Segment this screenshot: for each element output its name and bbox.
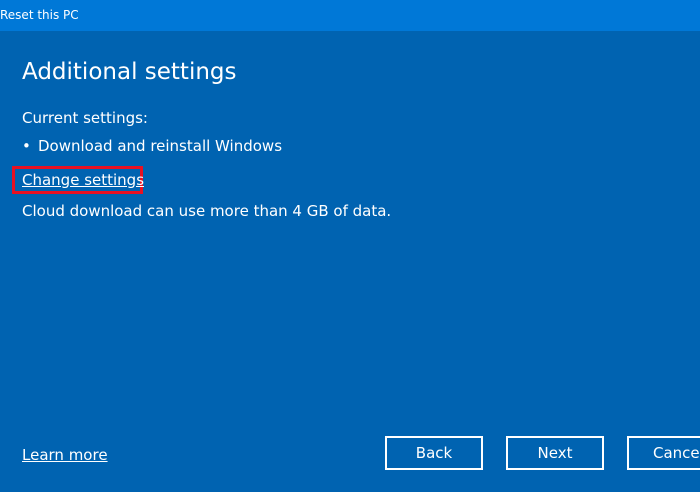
current-settings-label: Current settings: [22,109,148,127]
page-heading: Additional settings [22,59,237,85]
title-bar: Reset this PC [0,0,700,31]
current-setting-item: • Download and reinstall Windows [22,136,282,156]
change-settings-link[interactable]: Change settings [22,170,144,190]
current-setting-item-label: Download and reinstall Windows [38,137,283,155]
next-button[interactable]: Next [506,436,604,470]
back-button[interactable]: Back [385,436,483,470]
bullet-icon: • [22,137,31,155]
learn-more-link[interactable]: Learn more [22,445,108,465]
cancel-button[interactable]: Cancel [627,436,700,470]
window-title: Reset this PC [0,8,79,22]
cloud-download-note: Cloud download can use more than 4 GB of… [22,202,392,220]
